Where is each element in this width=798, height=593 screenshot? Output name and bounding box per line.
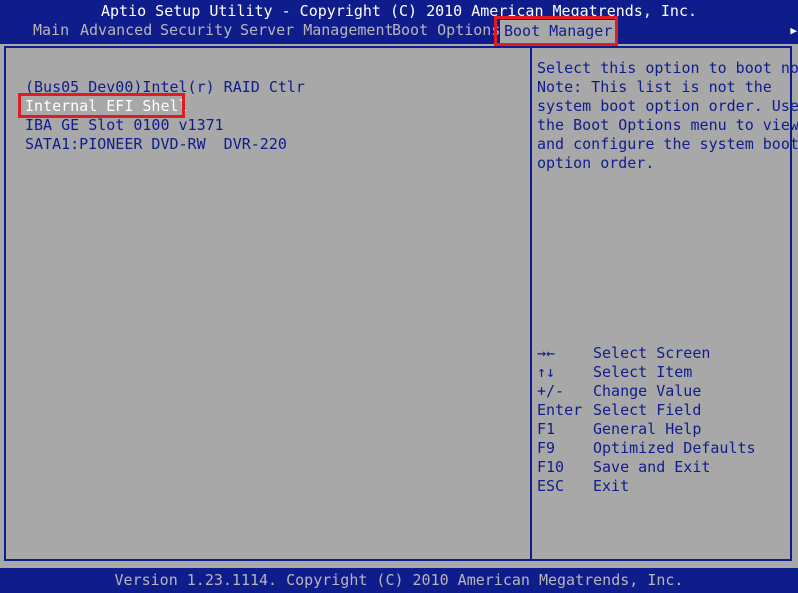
boot-item-sata-dvd[interactable]: SATA1:PIONEER DVD-RW DVR-220 [25, 135, 287, 154]
arrows-horizontal-icon: →← [537, 344, 556, 362]
key-f9: F9 [537, 439, 556, 457]
help-line: option order. [537, 154, 655, 172]
key-esc: ESC [537, 477, 565, 495]
help-line: and configure the system boot [537, 135, 798, 153]
key-desc-change-value: Change Value [593, 382, 702, 400]
version-footer: Version 1.23.1114. Copyright (C) 2010 Am… [0, 568, 798, 593]
key-enter: Enter [537, 401, 583, 419]
boot-item-iba-ge[interactable]: IBA GE Slot 0100 v1371 [25, 116, 224, 135]
key-f10: F10 [537, 458, 565, 476]
key-desc-save-exit: Save and Exit [593, 458, 711, 476]
window-title: Aptio Setup Utility - Copyright (C) 2010… [100, 2, 698, 20]
tab-boot-options[interactable]: Boot Options [392, 21, 500, 40]
help-line: the Boot Options menu to view [537, 116, 798, 134]
key-desc-select-item: Select Item [593, 363, 693, 381]
key-plus-minus: +/- [537, 382, 565, 400]
help-line: Note: This list is not the [537, 78, 772, 96]
item-highlight-annotation [18, 93, 185, 118]
key-desc-general-help: General Help [593, 420, 702, 438]
tab-server-management[interactable]: Server Management [240, 21, 394, 40]
key-desc-select-field: Select Field [593, 401, 702, 419]
title-bar: Aptio Setup Utility - Copyright (C) 2010… [0, 0, 798, 44]
arrows-vertical-icon: ↑↓ [537, 363, 556, 381]
tab-advanced[interactable]: Advanced [80, 21, 152, 40]
key-desc-select-screen: Select Screen [593, 344, 711, 362]
help-line: system boot option order. Use [537, 97, 798, 115]
key-desc-exit: Exit [593, 477, 630, 495]
help-line: Select this option to boot now. [537, 59, 798, 77]
scroll-right-icon: ▶ [790, 24, 797, 37]
tab-security[interactable]: Security [160, 21, 232, 40]
key-desc-optimized-defaults: Optimized Defaults [593, 439, 756, 457]
tab-main[interactable]: Main [33, 21, 69, 40]
key-f1: F1 [537, 420, 556, 438]
tab-highlight-annotation [494, 16, 618, 46]
panel-divider [530, 46, 532, 561]
